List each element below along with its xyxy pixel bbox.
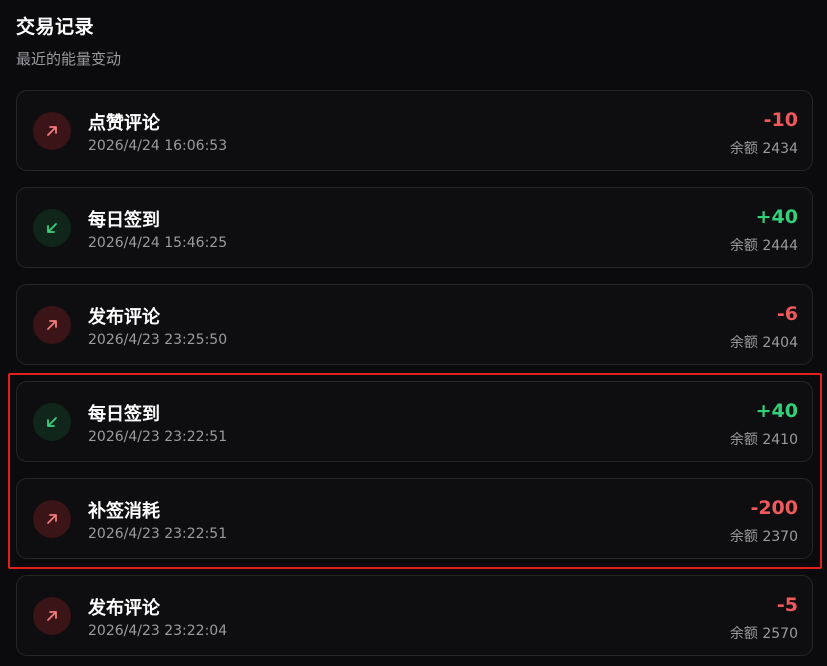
arrow-down-left-icon	[47, 417, 57, 427]
arrow-down-left-icon	[47, 223, 57, 233]
outgoing-badge	[33, 112, 71, 150]
transaction-amount: +40	[755, 400, 798, 422]
transaction-time: 2026/4/23 23:22:51	[88, 429, 228, 445]
arrow-up-right-icon	[47, 320, 57, 330]
transaction-title: 每日签到	[88, 210, 160, 231]
transaction-amount: -6	[776, 303, 798, 325]
transaction-item[interactable]: 发布评论 2026/4/23 23:25:50 -6 余额 2404	[16, 284, 813, 365]
transaction-title: 发布评论	[88, 598, 160, 619]
incoming-badge	[33, 403, 71, 441]
transaction-time: 2026/4/24 15:46:25	[88, 235, 228, 251]
transaction-title: 补签消耗	[88, 501, 160, 522]
transaction-item[interactable]: 发布评论 2026/4/23 23:22:04 -5 余额 2570	[16, 575, 813, 656]
transaction-amount: -5	[776, 594, 798, 616]
transaction-balance: 余额 2570	[729, 626, 798, 642]
transaction-time: 2026/4/23 23:22:51	[88, 526, 228, 542]
arrow-up-right-icon	[47, 126, 57, 136]
transaction-balance: 余额 2444	[729, 238, 798, 254]
transaction-history-page: 交易记录 最近的能量变动 点赞评论 2026/4/24 16:06:53 -10…	[0, 0, 827, 666]
transaction-item[interactable]: 点赞评论 2026/4/24 16:06:53 -10 余额 2434	[16, 90, 813, 171]
transaction-time: 2026/4/24 16:06:53	[88, 138, 228, 154]
transaction-amount: +40	[755, 206, 798, 228]
transaction-title: 点赞评论	[88, 113, 160, 134]
arrow-up-right-icon	[47, 611, 57, 621]
arrow-up-right-icon	[47, 514, 57, 524]
incoming-badge	[33, 209, 71, 247]
transaction-balance: 余额 2434	[729, 141, 798, 157]
outgoing-badge	[33, 306, 71, 344]
transaction-balance: 余额 2410	[729, 432, 798, 448]
transaction-balance: 余额 2370	[729, 529, 798, 545]
transaction-balance: 余额 2404	[729, 335, 798, 351]
page-subtitle: 最近的能量变动	[16, 50, 122, 68]
outgoing-badge	[33, 500, 71, 538]
outgoing-badge	[33, 597, 71, 635]
transaction-list: 点赞评论 2026/4/24 16:06:53 -10 余额 2434 每日签到…	[16, 90, 813, 666]
transaction-item[interactable]: 每日签到 2026/4/23 23:22:51 +40 余额 2410	[16, 381, 813, 462]
transaction-title: 发布评论	[88, 307, 160, 328]
transaction-amount: -200	[750, 497, 798, 519]
transaction-time: 2026/4/23 23:22:04	[88, 623, 228, 639]
transaction-title: 每日签到	[88, 404, 160, 425]
page-title: 交易记录	[16, 16, 95, 38]
transaction-item[interactable]: 每日签到 2026/4/24 15:46:25 +40 余额 2444	[16, 187, 813, 268]
transaction-item[interactable]: 补签消耗 2026/4/23 23:22:51 -200 余额 2370	[16, 478, 813, 559]
transaction-time: 2026/4/23 23:25:50	[88, 332, 228, 348]
transaction-amount: -10	[763, 109, 798, 131]
